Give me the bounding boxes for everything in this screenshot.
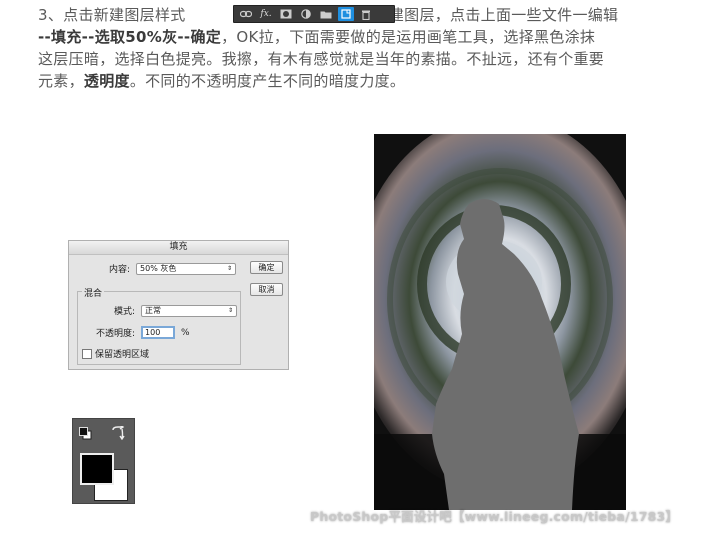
instruction-line2-rest: ，OK拉，下面需要做的是运用画笔工具，选择黑色涂抹 [221, 28, 596, 46]
foreground-color-swatch[interactable] [80, 453, 114, 485]
folder-icon[interactable] [318, 7, 334, 21]
content-label: 内容: [109, 265, 131, 275]
preserve-transparency-label: 保留透明区域 [95, 350, 150, 360]
content-select-value: 50% 灰色 [140, 264, 177, 273]
opacity-label: 不透明度: [96, 329, 136, 339]
preserve-row: 保留透明区域 [82, 347, 149, 360]
instruction-fill-steps: --填充--选取50%灰--确定 [38, 28, 222, 46]
select-arrows-icon: ⇕ [227, 265, 233, 272]
dialog-title: 填充 [69, 241, 288, 255]
blend-group-label: 混合 [82, 286, 105, 299]
mode-label: 模式: [114, 307, 136, 317]
link-icon[interactable] [238, 7, 254, 21]
layer-style-toolbar: fx. [233, 5, 395, 23]
trash-icon[interactable] [358, 7, 374, 21]
fill-dialog: 填充 内容: 50% 灰色 ⇕ 确定 取消 混合 模式: 正常 ⇕ 不透明度: … [68, 240, 289, 370]
mask-icon[interactable] [278, 7, 294, 21]
swap-colors-icon[interactable] [110, 424, 126, 444]
photo-artwork [374, 134, 626, 510]
edited-photo [374, 134, 626, 510]
opacity-row: 不透明度: 100 % [96, 326, 190, 339]
instruction-line-4: 元素，透明度。不同的不透明度产生不同的暗度力度。 [38, 70, 698, 92]
content-row: 内容: 50% 灰色 ⇕ [109, 262, 237, 275]
instruction-line1-suffix: 新建图层，点击上面一些文件一编辑 [373, 6, 619, 24]
mode-row: 模式: 正常 ⇕ [114, 304, 238, 317]
adjustment-icon[interactable] [298, 7, 314, 21]
color-swatches-panel [72, 418, 135, 504]
opacity-unit: % [181, 327, 190, 338]
new-layer-icon[interactable] [338, 7, 354, 21]
cancel-button[interactable]: 取消 [250, 283, 283, 296]
instruction-line4-suffix: 。不同的不透明度产生不同的暗度力度。 [129, 72, 406, 90]
instruction-line-2: --填充--选取50%灰--确定，OK拉，下面需要做的是运用画笔工具，选择黑色涂… [38, 26, 698, 48]
watermark-text: PhotoShop平面设计吧【www.lineeg.com/tieba/1783… [310, 509, 679, 524]
mode-select-value: 正常 [145, 306, 162, 315]
instruction-line1-prefix: 3、点击新建图层样式 [38, 6, 186, 24]
mode-select[interactable]: 正常 ⇕ [141, 304, 238, 317]
ok-button[interactable]: 确定 [250, 261, 283, 274]
default-colors-icon[interactable] [79, 425, 92, 444]
blend-group: 混合 模式: 正常 ⇕ 不透明度: 100 % 保留透明区域 [77, 286, 241, 365]
content-select[interactable]: 50% 灰色 ⇕ [136, 262, 237, 275]
select-arrows-icon: ⇕ [228, 307, 234, 314]
instruction-line-3: 这层压暗，选择白色提亮。我擦，有木有感觉就是当年的素描。不扯远，还有个重要 [38, 50, 605, 68]
fx-icon[interactable]: fx. [258, 7, 274, 21]
preserve-transparency-checkbox[interactable] [82, 348, 92, 359]
instruction-line4-prefix: 元素， [38, 72, 84, 90]
opacity-input[interactable]: 100 [141, 326, 176, 339]
instruction-opacity-word: 透明度 [83, 72, 130, 90]
